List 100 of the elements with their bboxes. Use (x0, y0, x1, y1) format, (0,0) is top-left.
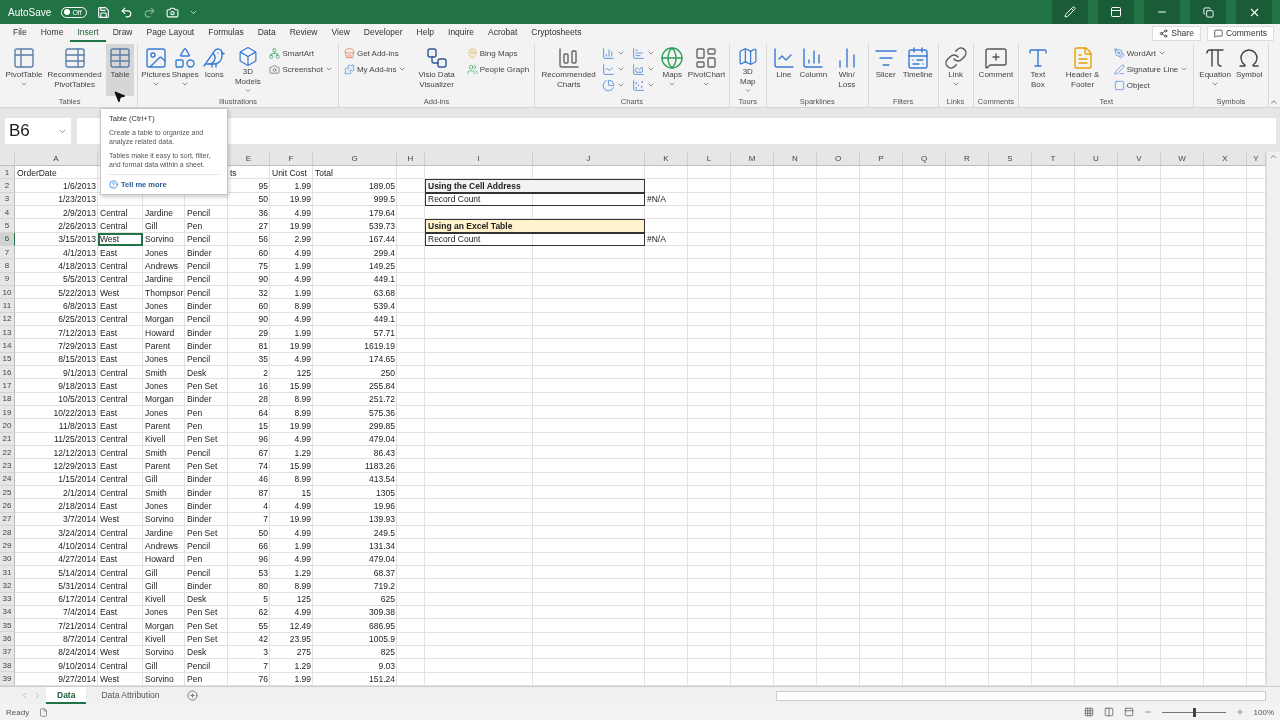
menu-tab[interactable]: Review (282, 24, 325, 42)
menu-tab[interactable]: Draw (105, 24, 140, 42)
scroll-up-icon[interactable] (1269, 152, 1278, 161)
ribbon-button[interactable]: SmartArt (267, 46, 335, 60)
menu-tab[interactable]: Home (33, 24, 71, 42)
table-cell-text: 7/4/2014 (61, 606, 97, 620)
ribbon-button[interactable]: Column (798, 44, 828, 96)
table-cell-text: Howard (144, 553, 176, 566)
table-cell-text: 46 (257, 473, 269, 486)
table-cell-text: 539.73 (368, 219, 396, 233)
menu-tab[interactable]: Acrobat (481, 24, 525, 42)
zoom-level[interactable]: 100% (1253, 707, 1274, 717)
table-cell-text: 28 (257, 393, 269, 406)
caret-icon (398, 65, 407, 73)
menu-tab[interactable]: File (6, 24, 34, 42)
ribbon-button[interactable]: Symbol (1233, 44, 1265, 96)
table-cell-text: 131.34 (368, 539, 396, 553)
sheet-tab[interactable]: Data Attribution (90, 687, 171, 704)
name-box[interactable]: B6 (5, 118, 71, 144)
ribbon-button[interactable]: Signature Line (1111, 62, 1191, 76)
page-break-icon[interactable] (1123, 707, 1134, 717)
chart-icon (556, 46, 581, 70)
ribbon-button[interactable]: 3D Models (229, 44, 267, 96)
column-header: T (1032, 152, 1075, 166)
ribbon-button[interactable]: Icons (200, 44, 229, 96)
ribbon-display-button[interactable] (1098, 0, 1134, 24)
undo-icon[interactable] (120, 5, 134, 19)
ribbon-button[interactable]: Comment (976, 44, 1016, 96)
ribbon-button[interactable]: People Graph (464, 62, 532, 76)
menu-tab[interactable]: Developer (356, 24, 410, 42)
bar-chart-icon (632, 46, 646, 60)
ribbon-button[interactable]: Shapes (171, 44, 200, 96)
ribbon-button[interactable]: Equation (1197, 44, 1233, 96)
table-cell-text: Pen Set (186, 459, 219, 473)
menu-tab[interactable]: Formulas (201, 24, 251, 42)
puzzle-icon (343, 63, 355, 75)
zoom-out-icon[interactable] (1143, 708, 1152, 716)
ribbon-button[interactable]: Visio Data Visualizer (409, 44, 464, 96)
ribbon-button[interactable]: Pictures (141, 44, 171, 96)
table-cell-text: 50 (257, 526, 269, 540)
select-all-corner[interactable] (0, 152, 15, 166)
table-cell-text: Jones (144, 406, 169, 420)
formula-field[interactable] (77, 118, 1276, 144)
save-icon[interactable] (97, 5, 111, 19)
ribbon-button[interactable]: Header & Footer (1054, 44, 1111, 96)
ribbon-button[interactable]: Recommended PivotTables (44, 44, 106, 96)
table-cell-text: 80 (257, 579, 269, 593)
ribbon-button[interactable]: My Add-ins (341, 62, 409, 76)
zoom-thumb[interactable] (1192, 707, 1196, 717)
ribbon-button[interactable]: Get Add-ins (341, 46, 409, 60)
ribbon-button[interactable]: PivotChart (687, 44, 726, 96)
ribbon-button[interactable]: Link (941, 44, 970, 96)
ribbon-button[interactable]: Slicer (871, 44, 900, 96)
ribbon-button[interactable]: Timeline (900, 44, 935, 96)
ribbon-button[interactable]: PivotTable (5, 44, 44, 96)
camera-icon[interactable] (166, 5, 180, 19)
zoom-in-icon[interactable] (1235, 708, 1244, 716)
menu-tab[interactable]: Inquire (441, 24, 482, 42)
horizontal-scrollbar[interactable] (776, 690, 1266, 701)
redo-icon[interactable] (143, 5, 157, 19)
ribbon-button[interactable]: Line (769, 44, 798, 96)
ribbon-button[interactable]: WordArt (1111, 46, 1191, 60)
ribbon-button[interactable]: Table (106, 44, 135, 96)
table-cell-text: Kivell (144, 433, 167, 446)
table-cell-text: 87 (257, 486, 269, 500)
table-cell-text: Pen Set (186, 433, 219, 446)
comments-button[interactable]: Comments (1206, 25, 1274, 41)
macro-icon[interactable] (39, 707, 49, 717)
collapse-icon[interactable] (1268, 97, 1278, 107)
vertical-scrollbar[interactable] (1266, 152, 1280, 686)
table-cell-text: 57.71 (372, 326, 396, 340)
table-cell-text: 16 (257, 379, 269, 393)
pen-button[interactable] (1052, 0, 1088, 24)
menu-tab[interactable]: Data (250, 24, 283, 42)
ribbon-button[interactable]: Text Box (1022, 44, 1054, 96)
ribbon-button[interactable]: Win/ Loss (828, 44, 865, 96)
menu-tab[interactable]: Page Layout (139, 24, 202, 42)
table-cell: Record Count (425, 232, 645, 246)
menu-tab[interactable]: View (324, 24, 357, 42)
menu-tab[interactable]: Cryptosheets (524, 24, 589, 42)
ribbon-button[interactable]: Bing Maps (464, 46, 532, 60)
close-button[interactable] (1236, 0, 1272, 24)
sheet-tab[interactable]: Data (46, 687, 87, 704)
table-cell-text: Gill (144, 219, 159, 233)
ribbon-button[interactable]: Object (1111, 78, 1191, 92)
ribbon-button[interactable]: Recommended Charts (538, 44, 600, 96)
previous-sheet-icon[interactable] (20, 691, 29, 700)
restore-button[interactable] (1190, 0, 1226, 24)
table-cell-text: Central (99, 433, 129, 446)
menu-tab[interactable]: Help (409, 24, 442, 42)
next-sheet-icon[interactable] (33, 691, 42, 700)
ribbon-button[interactable]: Screenshot (267, 62, 335, 76)
table-cell-text: Desk (186, 366, 208, 380)
page-layout-icon[interactable] (1103, 707, 1114, 717)
ribbon-button[interactable]: 3D Map (732, 44, 763, 96)
share-button[interactable]: Share (1152, 25, 1201, 41)
add-sheet-icon[interactable] (186, 690, 198, 701)
normal-view-icon[interactable] (1083, 707, 1094, 717)
table-cell-text: Central (99, 486, 129, 500)
ribbon-button[interactable]: Maps (658, 44, 687, 96)
